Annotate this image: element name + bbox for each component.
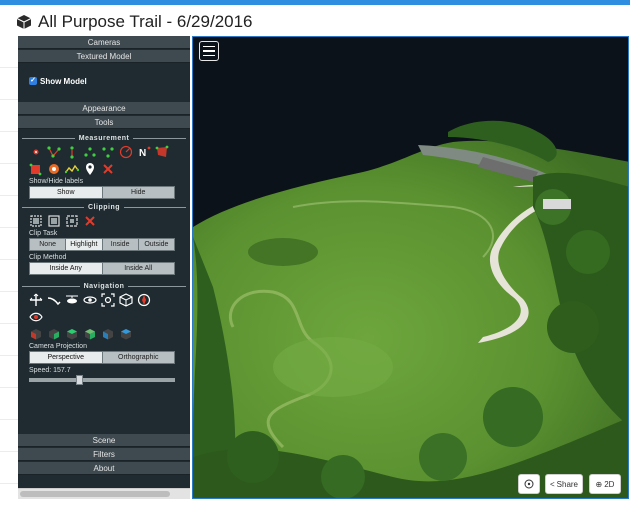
sphere-volume-icon[interactable] <box>47 162 61 176</box>
angle-icon[interactable] <box>119 145 133 159</box>
height-icon[interactable] <box>65 145 79 159</box>
eye-icon[interactable] <box>29 310 43 324</box>
sidebar-menu-button[interactable] <box>199 41 219 61</box>
remove-measurements-icon[interactable] <box>101 162 115 176</box>
clipping-title: Clipping <box>22 202 186 212</box>
svg-text:N: N <box>139 148 146 159</box>
cube-icon <box>16 15 32 29</box>
measurement-tools-row-1: N <box>29 143 190 160</box>
clip-task-none[interactable]: None <box>30 239 67 250</box>
speed-slider[interactable] <box>29 375 175 385</box>
sidebar-horizontal-scrollbar[interactable] <box>18 488 190 499</box>
clip-method-inside-any[interactable]: Inside Any <box>30 263 103 274</box>
point-icon[interactable] <box>29 145 43 159</box>
top-view-icon[interactable] <box>65 327 79 341</box>
camera-projection-label: Camera Projection <box>29 343 87 350</box>
north-arrow-icon[interactable]: N <box>137 145 151 159</box>
show-labels-button[interactable]: Show <box>30 187 103 198</box>
clip-method-selector: Inside Any Inside All <box>29 262 175 275</box>
camera-projection-selector: Perspective Orthographic <box>29 351 175 364</box>
clip-task-inside[interactable]: Inside <box>102 239 139 250</box>
share-label: Share <box>556 479 579 489</box>
bottom-sections: Scene Filters About <box>18 434 190 476</box>
fly-controls-icon[interactable] <box>47 293 61 307</box>
right-view-icon[interactable] <box>83 327 97 341</box>
navigation-title: Navigation <box>22 281 187 291</box>
compass-icon[interactable] <box>137 293 151 307</box>
clip-method-label: Clip Method <box>29 254 67 261</box>
orbit-controls-icon[interactable] <box>83 293 97 307</box>
clip-method-inside-all[interactable]: Inside All <box>102 263 174 274</box>
focus-icon[interactable] <box>101 292 115 307</box>
share-button[interactable]: < Share <box>545 474 583 494</box>
distance-icon[interactable] <box>47 145 61 159</box>
full-extent-icon[interactable] <box>119 292 133 307</box>
speed-label: Speed: 157.7 <box>29 367 71 374</box>
scrollbar-thumb[interactable] <box>20 491 170 497</box>
view-mode-button[interactable]: ⊕ 2D <box>589 474 621 494</box>
top-accent-bar <box>0 0 630 5</box>
circle-icon[interactable] <box>83 145 97 159</box>
measurement-title: Measurement <box>22 133 187 143</box>
section-scene[interactable]: Scene <box>18 434 190 447</box>
page-title: All Purpose Trail - 6/29/2016 <box>38 12 253 31</box>
navigation-row-1 <box>29 291 190 308</box>
back-view-icon[interactable] <box>101 327 115 341</box>
view-mode-label: 2D <box>604 479 615 489</box>
front-view-icon[interactable] <box>47 327 61 341</box>
aerial-model-render <box>193 37 628 498</box>
helicopter-controls-icon[interactable] <box>65 293 79 307</box>
page-header: All Purpose Trail - 6/29/2016 <box>16 10 253 34</box>
annotation-icon[interactable] <box>83 162 97 176</box>
earth-controls-icon[interactable] <box>29 293 43 307</box>
remove-clipping-icon[interactable] <box>83 214 97 228</box>
checkbox-checked[interactable]: ✓ <box>29 77 37 85</box>
area-icon[interactable] <box>155 145 169 159</box>
clip-task-selector: None Highlight Inside Outside <box>29 238 175 251</box>
bottom-view-icon[interactable] <box>119 327 133 341</box>
azimuth-icon[interactable] <box>101 145 115 159</box>
hide-labels-button[interactable]: Hide <box>102 187 174 198</box>
share-icon: < <box>549 479 555 489</box>
clip-task-outside[interactable]: Outside <box>138 239 174 250</box>
section-about[interactable]: About <box>18 462 190 475</box>
clip-volume-icon[interactable] <box>47 214 61 228</box>
orthographic-button[interactable]: Orthographic <box>102 352 174 363</box>
left-view-icon[interactable] <box>29 327 43 341</box>
view-cubes-row <box>29 325 190 342</box>
3d-viewer[interactable]: < Share ⊕ 2D <box>192 36 629 499</box>
clip-task-label: Clip Task <box>29 230 58 237</box>
volume-icon[interactable] <box>29 162 43 176</box>
perspective-button[interactable]: Perspective <box>30 352 103 363</box>
section-filters[interactable]: Filters <box>18 448 190 461</box>
clipping-tools-row <box>29 212 190 229</box>
clip-task-highlight[interactable]: Highlight <box>66 239 103 250</box>
labels-caption: Show/Hide labels <box>29 178 84 185</box>
sidebar: Cameras Textured Model ✓ Show Model Appe… <box>18 36 190 499</box>
clip-box-icon[interactable] <box>65 214 79 228</box>
measurement-tools-row-2 <box>29 160 190 177</box>
profile-icon[interactable] <box>65 162 79 176</box>
info-button[interactable] <box>518 474 540 494</box>
section-textured-model[interactable]: Textured Model <box>18 50 190 63</box>
globe-icon: ⊕ <box>595 479 603 489</box>
clip-polygon-icon[interactable] <box>29 214 43 228</box>
show-model-label: Show Model <box>40 76 87 86</box>
labels-toggle: Show Hide <box>29 186 175 199</box>
section-tools[interactable]: Tools <box>18 116 190 129</box>
speed-slider-handle[interactable] <box>76 375 83 385</box>
left-gutter <box>0 36 18 509</box>
navigation-row-2 <box>29 308 190 325</box>
info-icon <box>524 479 534 489</box>
show-model-toggle[interactable]: ✓ Show Model <box>29 75 190 87</box>
section-cameras[interactable]: Cameras <box>18 36 190 49</box>
section-appearance[interactable]: Appearance <box>18 102 190 115</box>
